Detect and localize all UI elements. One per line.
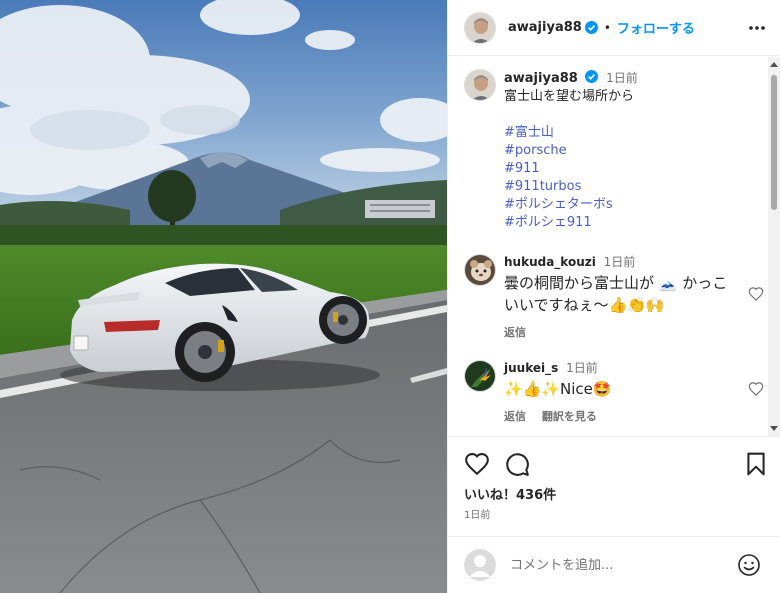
- comment-bubble-icon[interactable]: [504, 451, 530, 477]
- translate-button[interactable]: 翻訳を見る: [542, 410, 597, 423]
- emoji-picker-icon[interactable]: [737, 553, 761, 577]
- hashtag-link[interactable]: #富士山: [504, 124, 764, 142]
- reply-button[interactable]: 返信: [504, 410, 526, 423]
- scroll-down-arrow-icon[interactable]: [770, 426, 778, 431]
- post-photo[interactable]: [0, 0, 447, 593]
- like-comment-icon[interactable]: [748, 381, 764, 397]
- caption-text: 富士山を望む場所から: [504, 89, 635, 104]
- comment-username[interactable]: hukuda_kouzi: [504, 255, 596, 269]
- post-actions-bar: いいね！436件 1日前: [448, 436, 780, 536]
- comment-input[interactable]: [510, 557, 730, 573]
- comment-item: hukuda_kouzi 1日前 曇の桐間から富士山が 🗻 かっこいいですねぇ〜…: [464, 254, 764, 340]
- porsche-fuji-image: [0, 0, 447, 593]
- add-comment-bar: [448, 536, 780, 593]
- comment-time[interactable]: 1日前: [566, 361, 598, 375]
- comment-item: juukei_s 1日前 ✨👍✨Nice🤩 返信 翻訳を見る: [464, 360, 764, 424]
- post-panel: awajiya88 • フォローする awajiya88 1日前 富士山を望む場…: [447, 0, 780, 593]
- caption-author-avatar[interactable]: [464, 69, 496, 101]
- hashtag-link[interactable]: #ポルシェ911: [504, 214, 764, 232]
- reply-button[interactable]: 返信: [504, 326, 526, 339]
- hashtag-list: #富士山 #porsche #911 #911turbos #ポルシェターボs …: [504, 124, 764, 232]
- caption-time[interactable]: 1日前: [606, 71, 638, 85]
- commenter-avatar[interactable]: [464, 360, 496, 392]
- hashtag-link[interactable]: #911turbos: [504, 178, 764, 196]
- bookmark-icon[interactable]: [743, 451, 769, 477]
- hashtag-link[interactable]: #ポルシェターボs: [504, 196, 764, 214]
- hashtag-link[interactable]: #porsche: [504, 142, 764, 160]
- like-comment-icon[interactable]: [748, 286, 764, 302]
- comment-text: ✨👍✨Nice🤩: [504, 380, 612, 398]
- caption-body: awajiya88 1日前 富士山を望む場所から #富士山 #porsche #…: [504, 69, 764, 232]
- post-timestamp[interactable]: 1日前: [464, 506, 490, 521]
- comments-scroll-area[interactable]: awajiya88 1日前 富士山を望む場所から #富士山 #porsche #…: [448, 57, 780, 436]
- comment-body: juukei_s 1日前 ✨👍✨Nice🤩 返信 翻訳を見る: [504, 360, 732, 424]
- scroll-up-arrow-icon[interactable]: [770, 62, 778, 67]
- likes-count[interactable]: いいね！436件: [464, 484, 556, 503]
- caption-username[interactable]: awajiya88: [504, 71, 578, 86]
- verified-badge-icon: [584, 70, 598, 83]
- comment-text: 曇の桐間から富士山が 🗻 かっこいいですねぇ〜👍👏🙌: [504, 274, 728, 314]
- post-header: awajiya88 • フォローする: [448, 0, 780, 56]
- verified-badge-icon: [584, 21, 598, 34]
- comments-scrollbar[interactable]: [768, 57, 780, 436]
- like-heart-icon[interactable]: [464, 451, 490, 477]
- scroll-thumb[interactable]: [771, 75, 777, 210]
- more-options-icon[interactable]: [747, 18, 767, 38]
- current-user-avatar: [464, 549, 496, 581]
- follow-button[interactable]: フォローする: [617, 18, 695, 37]
- comment-body: hukuda_kouzi 1日前 曇の桐間から富士山が 🗻 かっこいいですねぇ〜…: [504, 254, 732, 340]
- commenter-avatar[interactable]: [464, 254, 496, 286]
- post-caption: awajiya88 1日前 富士山を望む場所から #富士山 #porsche #…: [464, 69, 764, 232]
- hashtag-link[interactable]: #911: [504, 160, 764, 178]
- author-username[interactable]: awajiya88: [508, 20, 582, 35]
- comment-time[interactable]: 1日前: [604, 255, 636, 269]
- comment-username[interactable]: juukei_s: [504, 361, 558, 375]
- author-avatar[interactable]: [464, 11, 496, 44]
- separator-dot: •: [603, 20, 611, 35]
